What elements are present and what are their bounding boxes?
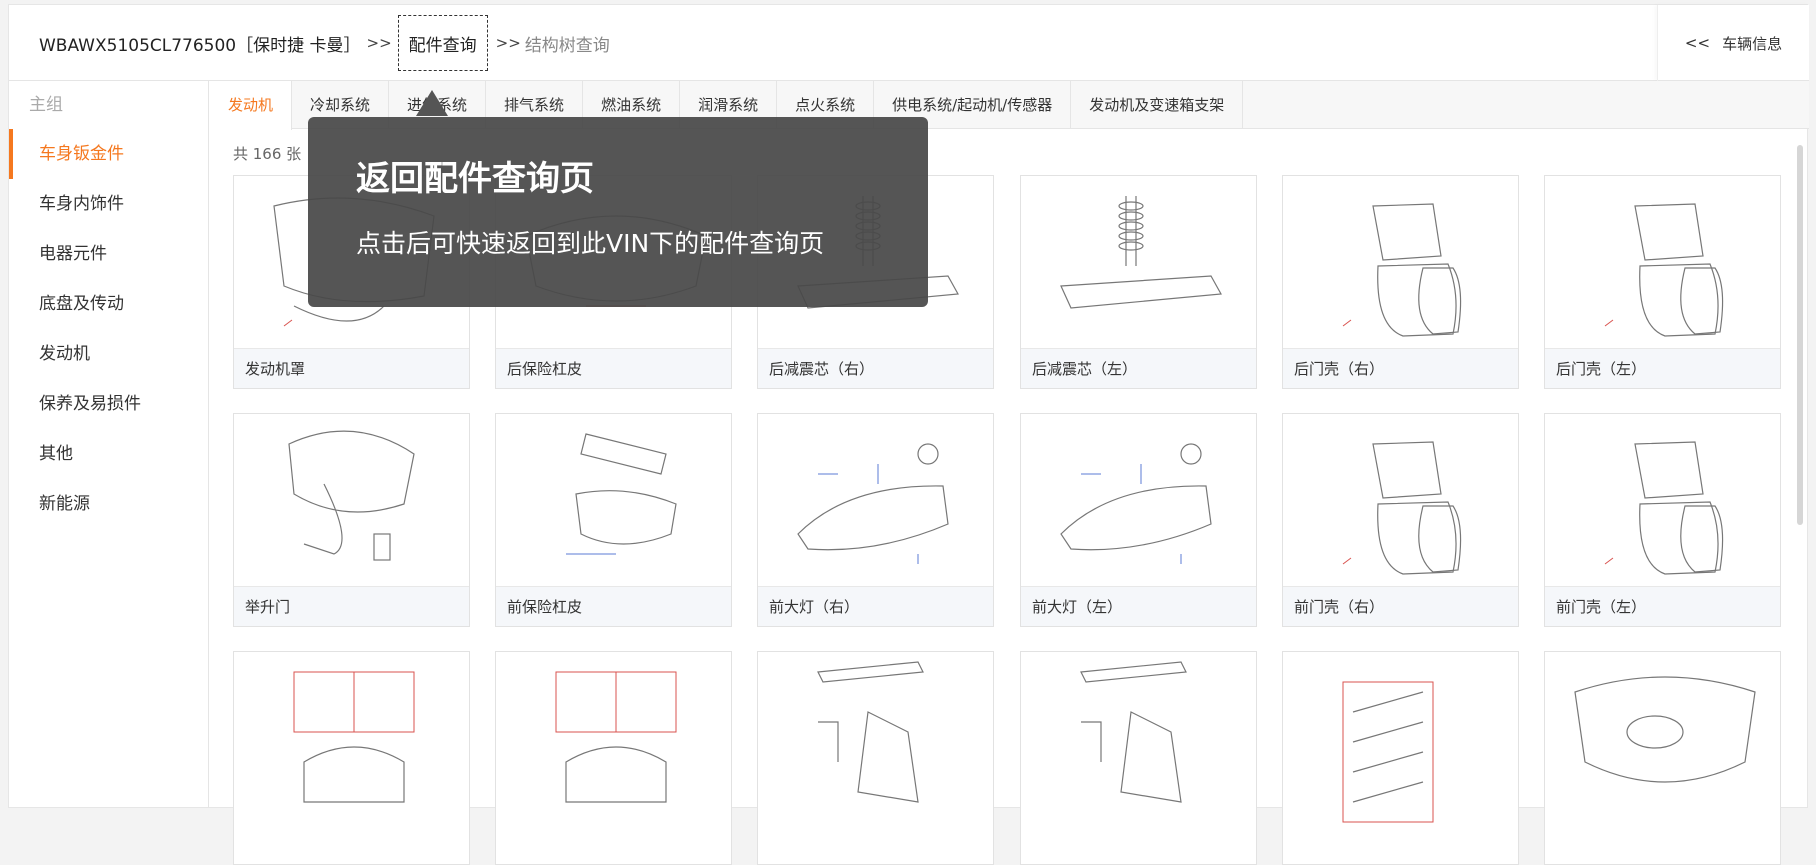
sidebar-item-maintenance[interactable]: 保养及易损件 [9, 379, 208, 429]
part-card[interactable]: 前大灯（左） [1020, 413, 1257, 627]
liftgate-diagram-icon [234, 414, 469, 586]
part-card[interactable]: 前门壳（右） [1282, 413, 1519, 627]
part-card[interactable]: 后门壳（左） [1544, 175, 1781, 389]
part-card[interactable]: 后减震芯（左） [1020, 175, 1257, 389]
wheelhouse-diagram-icon [234, 652, 469, 824]
tooltip-text: 点击后可快速返回到此VIN下的配件查询页 [356, 229, 825, 258]
headlamp-right-diagram-icon [758, 414, 993, 586]
taillamp-diagram-icon [1021, 652, 1256, 824]
breadcrumb-structure-tree[interactable]: 结构树查询 [525, 31, 610, 56]
breadcrumb-vin[interactable]: WBAWX5105CL776500［保时捷 卡曼］ [39, 31, 361, 56]
rear-door-right-diagram-icon [1283, 176, 1518, 348]
front-door-right-diagram-icon [1283, 414, 1518, 586]
double-chevron-left-icon: << [1684, 34, 1711, 52]
vehicle-info-label: 车辆信息 [1722, 34, 1783, 53]
part-card-label: 前大灯（右） [758, 586, 993, 626]
main-group-sidebar: 主组 车身钣金件 车身内饰件 电器元件 底盘及传动 发动机 保养及易损件 其他 … [9, 81, 209, 808]
part-card-label: 后门壳（右） [1283, 348, 1518, 388]
part-card[interactable]: 后门壳（右） [1282, 175, 1519, 389]
part-card[interactable] [1544, 651, 1781, 865]
part-card[interactable]: 前门壳（左） [1544, 413, 1781, 627]
part-card-label: 前保险杠皮 [496, 586, 731, 626]
tooltip-title: 返回配件查询页 [356, 159, 594, 199]
grille-diagram-icon [1545, 652, 1780, 824]
sidebar-title: 主组 [29, 95, 63, 115]
rear-door-left-diagram-icon [1545, 176, 1780, 348]
breadcrumb-separator: >> [366, 34, 392, 52]
wheelhouse-diagram-icon [496, 652, 731, 824]
sidebar-item-new-energy[interactable]: 新能源 [9, 479, 208, 529]
sidebar-item-chassis[interactable]: 底盘及传动 [9, 279, 208, 329]
part-card[interactable] [757, 651, 994, 865]
part-card-label: 后减震芯（右） [758, 348, 993, 388]
breadcrumb-separator: >> [495, 34, 521, 52]
tab-engine[interactable]: 发动机 [210, 81, 293, 130]
part-card[interactable] [233, 651, 470, 865]
guide-tooltip: 返回配件查询页 点击后可快速返回到此VIN下的配件查询页 [308, 117, 928, 307]
part-card[interactable]: 举升门 [233, 413, 470, 627]
vehicle-info-button[interactable]: << 车辆信息 [1657, 5, 1809, 81]
part-card-label: 前大灯（左） [1021, 586, 1256, 626]
wiring-diagram-icon [1283, 652, 1518, 824]
part-card[interactable]: 前大灯（右） [757, 413, 994, 627]
front-bumper-diagram-icon [496, 414, 731, 586]
headlamp-left-diagram-icon [1021, 414, 1256, 586]
front-door-left-diagram-icon [1545, 414, 1780, 586]
breadcrumb: WBAWX5105CL776500［保时捷 卡曼］ >> 配件查询 >> 结构树… [39, 5, 610, 81]
part-card-label: 举升门 [234, 586, 469, 626]
result-count: 共 166 张 [233, 145, 302, 163]
top-header: WBAWX5105CL776500［保时捷 卡曼］ >> 配件查询 >> 结构树… [9, 5, 1809, 81]
part-card[interactable] [495, 651, 732, 865]
sidebar-item-body-sheet-metal[interactable]: 车身钣金件 [9, 129, 208, 179]
part-card-label: 后保险杠皮 [496, 348, 731, 388]
sidebar-item-engine[interactable]: 发动机 [9, 329, 208, 379]
part-card-label: 后减震芯（左） [1021, 348, 1256, 388]
part-card[interactable]: 前保险杠皮 [495, 413, 732, 627]
breadcrumb-parts-query[interactable]: 配件查询 [397, 15, 488, 71]
part-card-label: 后门壳（左） [1545, 348, 1780, 388]
rear-shock-left-diagram-icon [1021, 176, 1256, 348]
tooltip-arrow [416, 90, 448, 116]
tab-engine-mount[interactable]: 发动机及变速箱支架 [1071, 81, 1244, 129]
part-card-label: 发动机罩 [234, 348, 469, 388]
scrollbar[interactable] [1797, 145, 1803, 525]
part-card-label: 前门壳（左） [1545, 586, 1780, 626]
sidebar-item-interior-trim[interactable]: 车身内饰件 [9, 179, 208, 229]
part-card[interactable] [1282, 651, 1519, 865]
part-card-label: 前门壳（右） [1283, 586, 1518, 626]
sidebar-item-electrical[interactable]: 电器元件 [9, 229, 208, 279]
part-card[interactable] [1020, 651, 1257, 865]
sidebar-item-other[interactable]: 其他 [9, 429, 208, 479]
taillamp-diagram-icon [758, 652, 993, 824]
